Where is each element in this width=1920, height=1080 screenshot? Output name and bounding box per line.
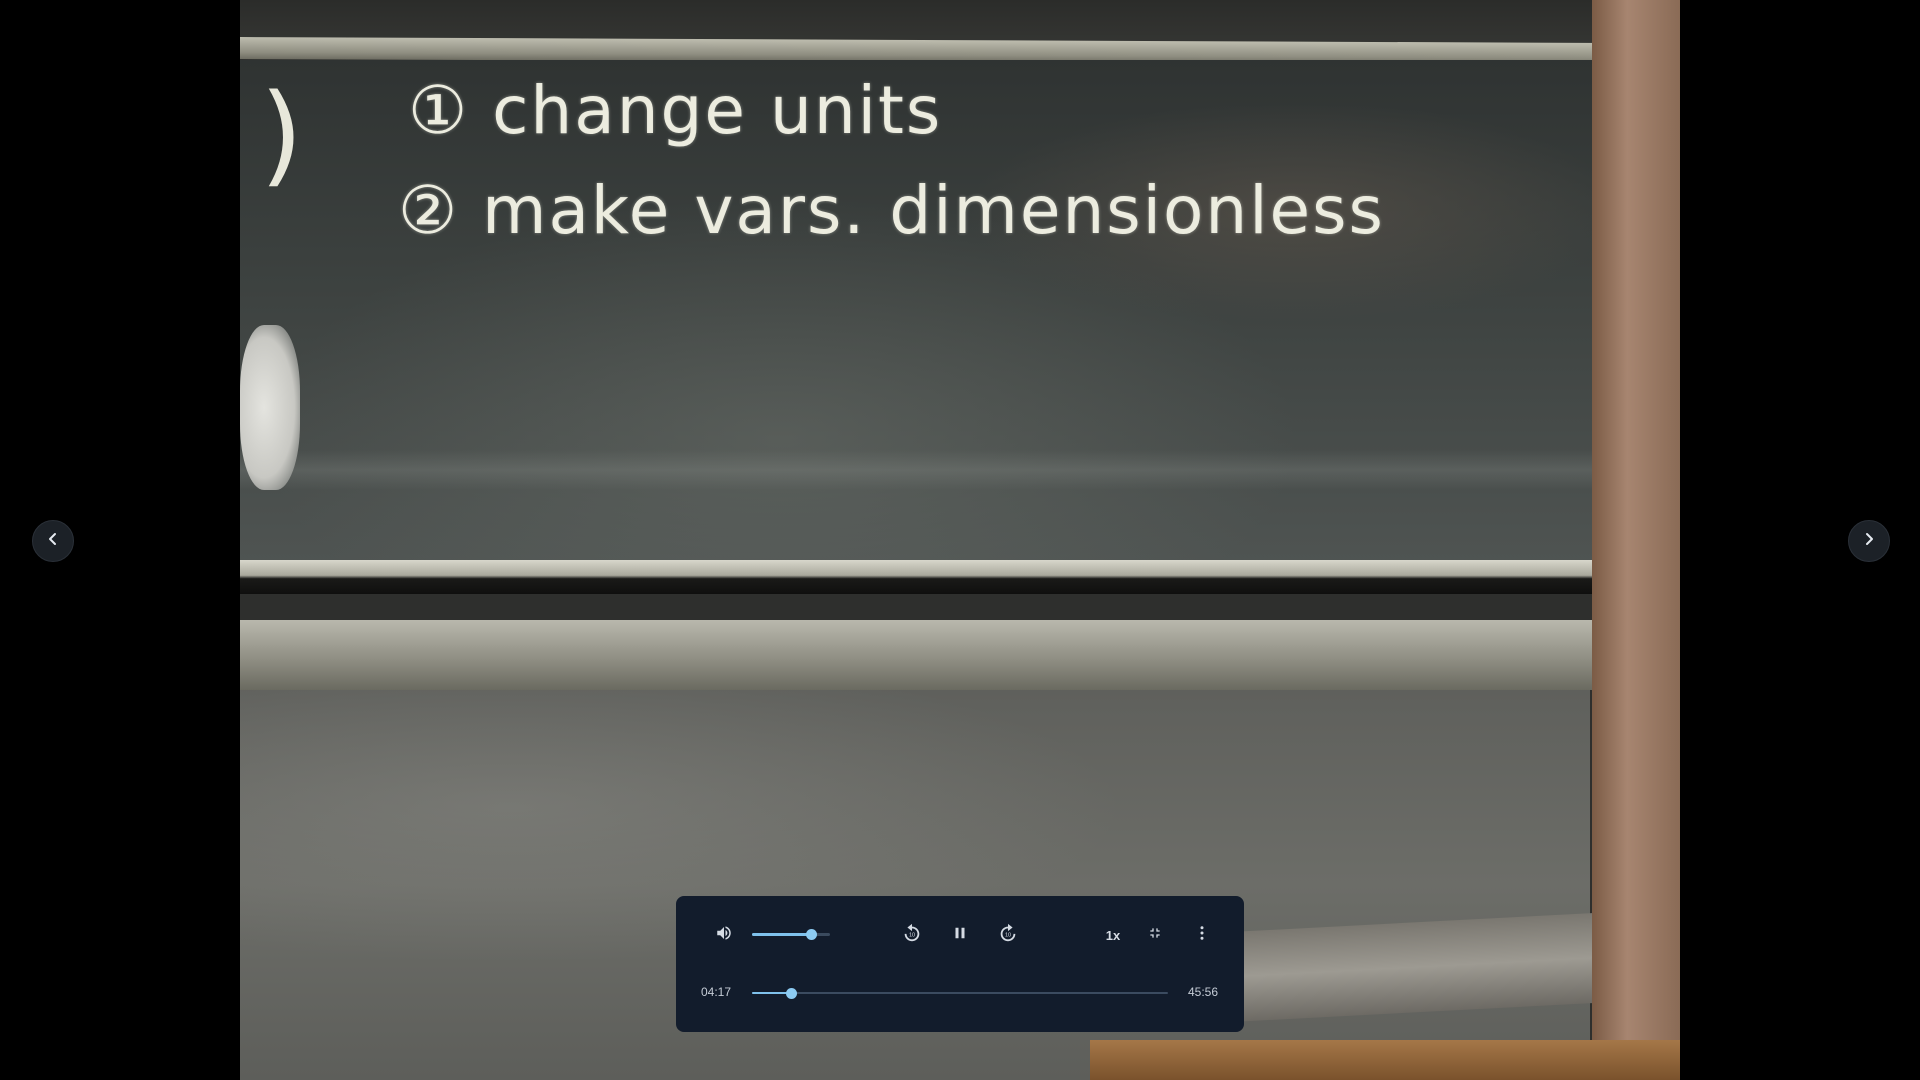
board-frame-bottom xyxy=(240,560,1592,594)
board-text-line-2: ② make vars. dimensionless xyxy=(398,172,1385,249)
chalk-smudge xyxy=(240,450,1592,490)
exit-fullscreen-icon xyxy=(1147,925,1163,946)
chalk-tray xyxy=(240,620,1592,690)
seek-bar[interactable] xyxy=(752,988,1168,999)
volume-thumb[interactable] xyxy=(805,929,817,940)
board-text-line-1: ① change units xyxy=(408,72,943,149)
more-vertical-icon xyxy=(1193,924,1211,947)
forward-seconds: 10 xyxy=(1005,932,1011,938)
forward-button[interactable]: 10 xyxy=(994,921,1022,949)
seek-progress xyxy=(752,992,791,994)
more-options-button[interactable] xyxy=(1188,921,1216,949)
seek-track xyxy=(752,992,1168,994)
player-controls: 10 10 1x 04:17 45:56 xyxy=(676,896,1244,1032)
playback-speed-button[interactable]: 1x xyxy=(1093,921,1133,949)
pause-icon xyxy=(951,924,969,947)
seek-thumb[interactable] xyxy=(785,988,797,999)
forward-10-icon: 10 xyxy=(997,922,1019,949)
chevron-left-icon xyxy=(46,532,60,551)
media-viewer: ) ① change units ② make vars. dimensionl… xyxy=(0,0,1920,1080)
rewind-button[interactable]: 10 xyxy=(898,921,926,949)
wood-frame-right xyxy=(1592,0,1680,1080)
current-time: 04:17 xyxy=(701,985,732,999)
chevron-right-icon xyxy=(1862,532,1876,551)
wood-desk xyxy=(1090,1040,1680,1080)
replay-10-icon: 10 xyxy=(901,922,923,949)
eraser-mark xyxy=(240,325,300,490)
chalk-parenthesis: ) xyxy=(260,70,303,198)
exit-fullscreen-button[interactable] xyxy=(1141,921,1169,949)
volume-up-icon xyxy=(715,924,733,947)
volume-slider[interactable] xyxy=(752,929,830,940)
total-duration: 45:56 xyxy=(1188,985,1219,999)
volume-fill xyxy=(752,933,811,936)
next-button[interactable] xyxy=(1848,520,1890,562)
pause-button[interactable] xyxy=(946,921,974,949)
rewind-seconds: 10 xyxy=(909,932,915,938)
volume-button[interactable] xyxy=(710,921,738,949)
previous-button[interactable] xyxy=(32,520,74,562)
